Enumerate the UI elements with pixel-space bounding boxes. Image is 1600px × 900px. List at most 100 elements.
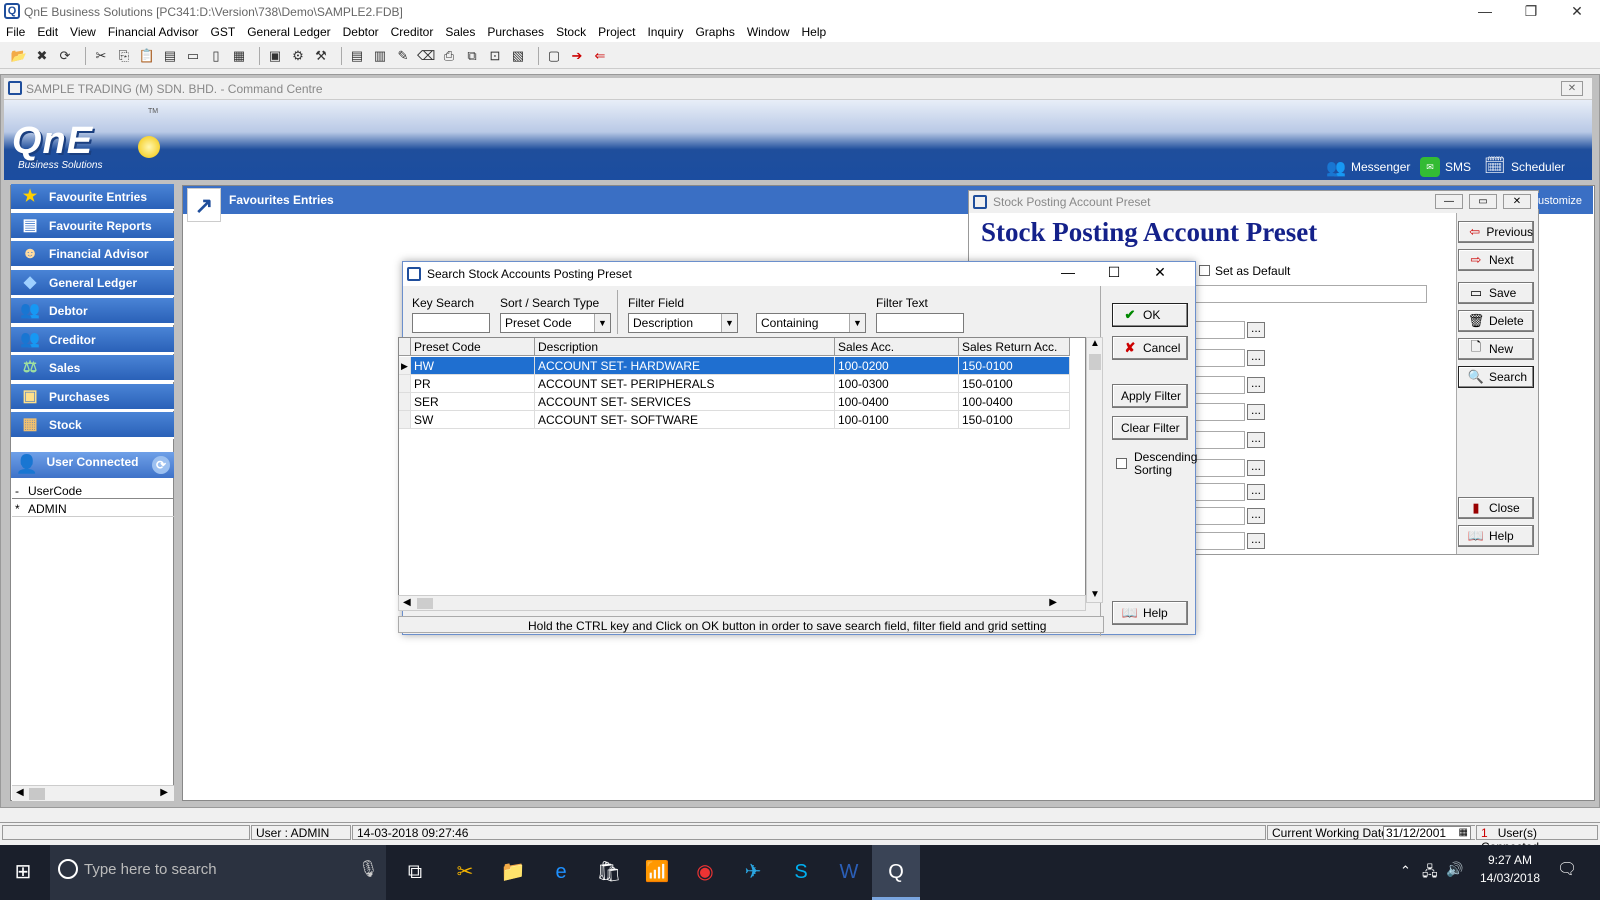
- menu-item-view[interactable]: View: [70, 25, 96, 39]
- cancel-button[interactable]: ✘ Cancel: [1112, 336, 1188, 360]
- descending-sorting-checkbox[interactable]: [1116, 458, 1127, 469]
- account-field[interactable]: [1195, 376, 1245, 394]
- account-field[interactable]: [1195, 349, 1245, 367]
- lookup-dots-button[interactable]: ...: [1247, 350, 1265, 366]
- refresh-users-icon[interactable]: ⟳: [152, 456, 170, 474]
- scheduler-link[interactable]: Scheduler: [1511, 160, 1565, 174]
- column-header[interactable]: Sales Acc.: [835, 338, 959, 356]
- lookup-dots-button[interactable]: ...: [1247, 377, 1265, 393]
- menu-item-general-ledger[interactable]: General Ledger: [247, 25, 330, 39]
- sidebar-item-purchases[interactable]: ▣ Purchases: [11, 383, 174, 411]
- open-icon[interactable]: 📂: [10, 47, 28, 65]
- menu-item-window[interactable]: Window: [747, 25, 790, 39]
- minimize-button[interactable]: —: [1462, 0, 1508, 22]
- sidebar-item-stock[interactable]: ▦ Stock: [11, 412, 174, 439]
- menu-item-gst[interactable]: GST: [211, 25, 236, 39]
- filter-operator-select[interactable]: Containing ▼: [756, 313, 866, 333]
- delete-icon[interactable]: ⌫: [417, 47, 435, 65]
- row-indicator[interactable]: [399, 411, 411, 429]
- menu-item-file[interactable]: File: [6, 25, 25, 39]
- filter-text-input[interactable]: [876, 313, 964, 333]
- preset-close-form-button[interactable]: ▮ Close: [1458, 497, 1534, 519]
- sms-link[interactable]: SMS: [1445, 160, 1471, 174]
- messenger-link[interactable]: Messenger: [1351, 160, 1410, 174]
- preset-restore-button[interactable]: ▭: [1469, 194, 1497, 209]
- edit-icon[interactable]: ✎: [394, 47, 412, 65]
- copy-icon[interactable]: ⎘: [115, 47, 133, 65]
- account-field[interactable]: [1195, 483, 1245, 501]
- key-search-input[interactable]: [412, 313, 490, 333]
- network-icon[interactable]: 🖧: [1422, 861, 1438, 885]
- table-cell[interactable]: 150-0100: [959, 411, 1070, 429]
- table-cell[interactable]: 100-0300: [835, 375, 959, 393]
- sidebar-item-creditor[interactable]: 👥 Creditor: [11, 326, 174, 354]
- lookup-dots-button[interactable]: ...: [1247, 404, 1265, 420]
- sidebar-item-favourite-reports[interactable]: ▤ Favourite Reports: [11, 212, 174, 240]
- export-icon[interactable]: ➔: [568, 47, 586, 65]
- telegram-icon[interactable]: ✈: [738, 857, 768, 887]
- grid-vscrollbar[interactable]: ▲ ▼: [1086, 337, 1103, 603]
- table-cell[interactable]: SW: [411, 411, 535, 429]
- snipping-tool-icon[interactable]: ✂: [450, 857, 480, 887]
- sidebar-item-favourite-entries[interactable]: ★ Favourite Entries: [11, 184, 174, 211]
- menu-item-purchases[interactable]: Purchases: [487, 25, 544, 39]
- menu-item-creditor[interactable]: Creditor: [391, 25, 434, 39]
- menu-item-inquiry[interactable]: Inquiry: [647, 25, 683, 39]
- lookup-dots-button[interactable]: ...: [1247, 460, 1265, 476]
- sidebar-item-debtor[interactable]: 👥 Debtor: [11, 298, 174, 325]
- row-indicator[interactable]: [399, 393, 411, 411]
- table-cell[interactable]: 100-0200: [835, 357, 959, 375]
- new-button[interactable]: 🗋 New: [1458, 338, 1534, 360]
- restore-button[interactable]: ❐: [1508, 0, 1554, 22]
- table-cell[interactable]: ACCOUNT SET- PERIPHERALS: [535, 375, 835, 393]
- menu-item-graphs[interactable]: Graphs: [695, 25, 734, 39]
- calculator-icon[interactable]: ▣: [266, 47, 284, 65]
- account-field[interactable]: [1195, 321, 1245, 339]
- document-icon[interactable]: ▤: [348, 47, 366, 65]
- lookup-dots-button[interactable]: ...: [1247, 508, 1265, 524]
- sort-type-select[interactable]: Preset Code ▼: [500, 313, 611, 333]
- lookup-dots-button[interactable]: ...: [1247, 533, 1265, 549]
- chrome-icon[interactable]: ◉: [690, 857, 720, 887]
- copy-doc-icon[interactable]: ⧉: [463, 47, 481, 65]
- column-header[interactable]: Preset Code: [411, 338, 535, 356]
- table-cell[interactable]: SER: [411, 393, 535, 411]
- row-indicator[interactable]: [399, 375, 411, 393]
- account-field[interactable]: [1195, 459, 1245, 477]
- tile-vertical-icon[interactable]: ▯: [207, 47, 225, 65]
- menu-item-debtor[interactable]: Debtor: [343, 25, 379, 39]
- word-icon[interactable]: W: [834, 857, 864, 887]
- table-cell[interactable]: 100-0400: [959, 393, 1070, 411]
- folder-icon[interactable]: ▥: [371, 47, 389, 65]
- set-default-checkbox[interactable]: [1199, 265, 1210, 276]
- lookup-dots-button[interactable]: ...: [1247, 484, 1265, 500]
- task-view-icon[interactable]: ⧉: [400, 857, 430, 887]
- arrange-icon[interactable]: ▦: [230, 47, 248, 65]
- next-button[interactable]: ⇨ Next: [1458, 249, 1534, 271]
- cut-icon[interactable]: ✂: [92, 47, 110, 65]
- delete-button[interactable]: 🗑 Delete: [1458, 310, 1534, 332]
- clear-filter-button[interactable]: Clear Filter: [1112, 416, 1188, 440]
- filter-field-select[interactable]: Description ▼: [628, 313, 738, 333]
- dialog-maximize-button[interactable]: ☐: [1099, 264, 1129, 284]
- menu-item-project[interactable]: Project: [598, 25, 635, 39]
- windows-start-icon[interactable]: ⊞: [8, 857, 38, 887]
- dialog-help-button[interactable]: 📖 Help: [1112, 601, 1188, 625]
- preview-icon[interactable]: ⊡: [486, 47, 504, 65]
- menu-item-help[interactable]: Help: [802, 25, 827, 39]
- account-field[interactable]: [1195, 507, 1245, 525]
- preset-help-button[interactable]: 📖 Help: [1458, 525, 1534, 547]
- clock-date[interactable]: 14/03/2018: [1475, 871, 1545, 885]
- sidebar-item-general-ledger[interactable]: ◆ General Ledger: [11, 269, 174, 297]
- volume-icon[interactable]: 🔊: [1446, 861, 1463, 878]
- sidebar-item-sales[interactable]: ⚖ Sales: [11, 355, 174, 382]
- tile-horizontal-icon[interactable]: ▭: [184, 47, 202, 65]
- grid-hscrollbar[interactable]: ◀ ▶: [398, 595, 1086, 611]
- wifi-app-icon[interactable]: 📶: [642, 857, 672, 887]
- file-explorer-icon[interactable]: 📁: [498, 857, 528, 887]
- row-indicator[interactable]: ▶: [399, 357, 411, 375]
- table-cell[interactable]: HW: [411, 357, 535, 375]
- report-icon[interactable]: ▧: [509, 47, 527, 65]
- account-field[interactable]: [1195, 403, 1245, 421]
- edge-icon[interactable]: e: [546, 857, 576, 887]
